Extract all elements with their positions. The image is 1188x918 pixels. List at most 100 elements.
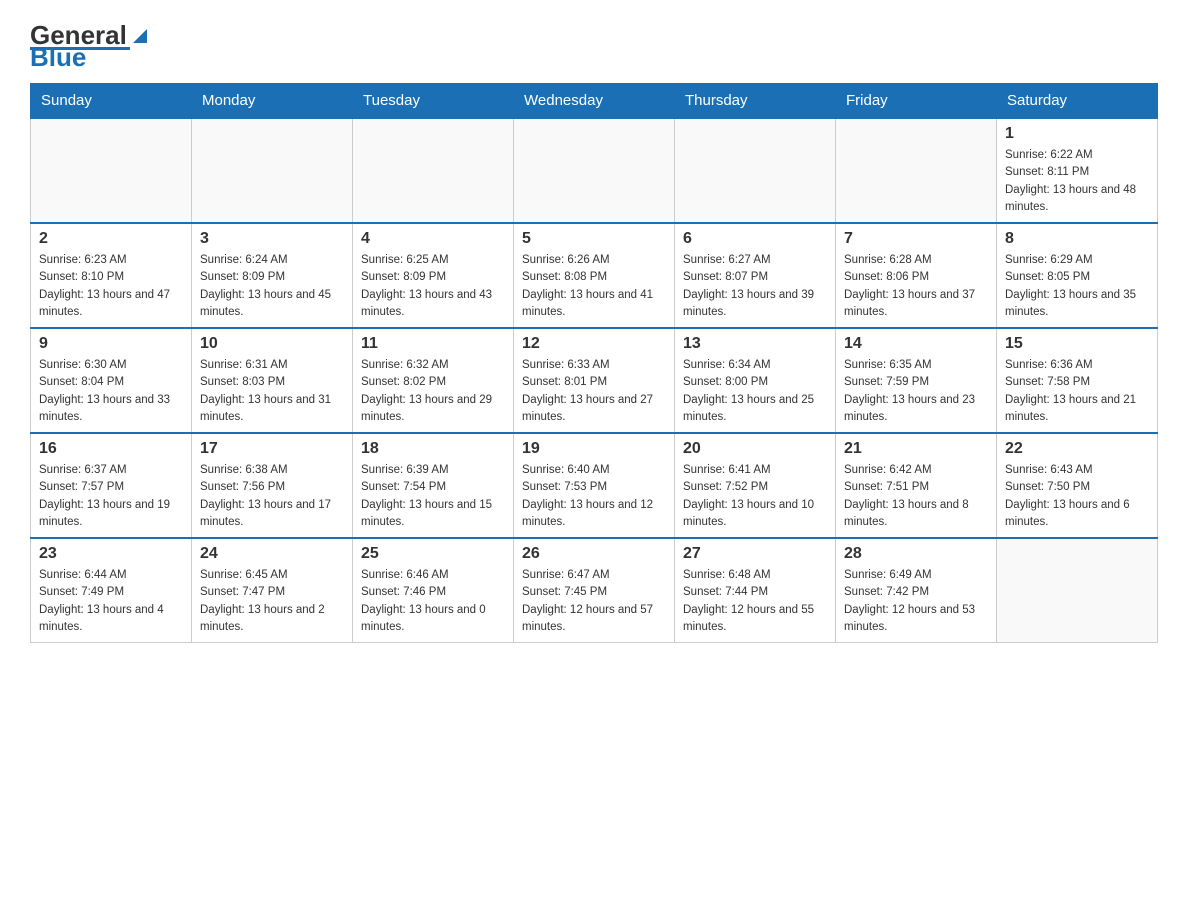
day-info: Sunrise: 6:27 AMSunset: 8:07 PMDaylight:…: [683, 252, 827, 321]
day-number: 27: [683, 545, 827, 563]
calendar-cell: 27 Sunrise: 6:48 AMSunset: 7:44 PMDayligh…: [675, 538, 836, 643]
day-info: Sunrise: 6:36 AMSunset: 7:58 PMDaylight:…: [1005, 357, 1149, 426]
day-number: 1: [1005, 125, 1149, 143]
day-info: Sunrise: 6:26 AMSunset: 8:08 PMDaylight:…: [522, 252, 666, 321]
calendar-cell: [675, 118, 836, 223]
day-info: Sunrise: 6:42 AMSunset: 7:51 PMDaylight:…: [844, 462, 988, 531]
day-info: Sunrise: 6:44 AMSunset: 7:49 PMDaylight:…: [39, 567, 183, 636]
logo-icon: [129, 25, 151, 47]
calendar-cell: 11Sunrise: 6:32 AMSunset: 8:02 PMDayligh…: [353, 328, 514, 433]
day-info: Sunrise: 6:28 AMSunset: 8:06 PMDaylight:…: [844, 252, 988, 321]
calendar-cell: 25 Sunrise: 6:46 AMSunset: 7:46 PMDayligh…: [353, 538, 514, 643]
calendar-cell: [997, 538, 1158, 643]
day-number: 25: [361, 545, 505, 563]
calendar-cell: [192, 118, 353, 223]
page-header: General Blue: [30, 20, 1158, 73]
calendar-cell: 21 Sunrise: 6:42 AMSunset: 7:51 PMDayligh…: [836, 433, 997, 538]
calendar-cell: [514, 118, 675, 223]
day-number: 18: [361, 440, 505, 458]
day-number: 17: [200, 440, 344, 458]
logo-blue: Blue: [30, 42, 86, 73]
calendar-cell: 24 Sunrise: 6:45 AMSunset: 7:47 PMDayligh…: [192, 538, 353, 643]
day-number: 23: [39, 545, 183, 563]
day-number: 4: [361, 230, 505, 248]
day-number: 12: [522, 335, 666, 353]
logo: General Blue: [30, 20, 151, 73]
calendar-cell: 18 Sunrise: 6:39 AMSunset: 7:54 PMDayligh…: [353, 433, 514, 538]
calendar-cell: 17 Sunrise: 6:38 AMSunset: 7:56 PMDayligh…: [192, 433, 353, 538]
day-info: Sunrise: 6:25 AMSunset: 8:09 PMDaylight:…: [361, 252, 505, 321]
day-number: 5: [522, 230, 666, 248]
calendar-cell: 14Sunrise: 6:35 AMSunset: 7:59 PMDayligh…: [836, 328, 997, 433]
day-info: Sunrise: 6:47 AMSunset: 7:45 PMDaylight:…: [522, 567, 666, 636]
day-info: Sunrise: 6:22 AMSunset: 8:11 PMDaylight:…: [1005, 147, 1149, 216]
day-number: 16: [39, 440, 183, 458]
day-number: 2: [39, 230, 183, 248]
calendar-cell: 2 Sunrise: 6:23 AMSunset: 8:10 PMDaylight…: [31, 223, 192, 328]
weekday-header-tuesday: Tuesday: [353, 84, 514, 119]
day-number: 13: [683, 335, 827, 353]
day-info: Sunrise: 6:40 AMSunset: 7:53 PMDaylight:…: [522, 462, 666, 531]
weekday-header-friday: Friday: [836, 84, 997, 119]
day-info: Sunrise: 6:41 AMSunset: 7:52 PMDaylight:…: [683, 462, 827, 531]
calendar-cell: 5 Sunrise: 6:26 AMSunset: 8:08 PMDaylight…: [514, 223, 675, 328]
calendar-cell: 6 Sunrise: 6:27 AMSunset: 8:07 PMDaylight…: [675, 223, 836, 328]
week-row-4: 16 Sunrise: 6:37 AMSunset: 7:57 PMDayligh…: [31, 433, 1158, 538]
day-info: Sunrise: 6:45 AMSunset: 7:47 PMDaylight:…: [200, 567, 344, 636]
day-info: Sunrise: 6:38 AMSunset: 7:56 PMDaylight:…: [200, 462, 344, 531]
day-info: Sunrise: 6:34 AMSunset: 8:00 PMDaylight:…: [683, 357, 827, 426]
day-number: 7: [844, 230, 988, 248]
calendar-cell: 28 Sunrise: 6:49 AMSunset: 7:42 PMDayligh…: [836, 538, 997, 643]
calendar-cell: [31, 118, 192, 223]
day-number: 6: [683, 230, 827, 248]
day-info: Sunrise: 6:46 AMSunset: 7:46 PMDaylight:…: [361, 567, 505, 636]
day-number: 8: [1005, 230, 1149, 248]
calendar-cell: 22 Sunrise: 6:43 AMSunset: 7:50 PMDayligh…: [997, 433, 1158, 538]
calendar-cell: 12 Sunrise: 6:33 AMSunset: 8:01 PMDayligh…: [514, 328, 675, 433]
calendar-cell: [836, 118, 997, 223]
day-number: 28: [844, 545, 988, 563]
weekday-header-row: SundayMondayTuesdayWednesdayThursdayFrid…: [31, 84, 1158, 119]
day-info: Sunrise: 6:29 AMSunset: 8:05 PMDaylight:…: [1005, 252, 1149, 321]
day-number: 9: [39, 335, 183, 353]
day-number: 21: [844, 440, 988, 458]
weekday-header-saturday: Saturday: [997, 84, 1158, 119]
calendar-cell: 9Sunrise: 6:30 AMSunset: 8:04 PMDaylight…: [31, 328, 192, 433]
day-info: Sunrise: 6:23 AMSunset: 8:10 PMDaylight:…: [39, 252, 183, 321]
weekday-header-monday: Monday: [192, 84, 353, 119]
calendar-cell: 15Sunrise: 6:36 AMSunset: 7:58 PMDayligh…: [997, 328, 1158, 433]
day-number: 3: [200, 230, 344, 248]
day-info: Sunrise: 6:48 AMSunset: 7:44 PMDaylight:…: [683, 567, 827, 636]
day-info: Sunrise: 6:24 AMSunset: 8:09 PMDaylight:…: [200, 252, 344, 321]
day-number: 19: [522, 440, 666, 458]
calendar-cell: 20 Sunrise: 6:41 AMSunset: 7:52 PMDayligh…: [675, 433, 836, 538]
week-row-2: 2 Sunrise: 6:23 AMSunset: 8:10 PMDaylight…: [31, 223, 1158, 328]
weekday-header-wednesday: Wednesday: [514, 84, 675, 119]
week-row-5: 23 Sunrise: 6:44 AMSunset: 7:49 PMDayligh…: [31, 538, 1158, 643]
day-info: Sunrise: 6:37 AMSunset: 7:57 PMDaylight:…: [39, 462, 183, 531]
calendar-cell: 4 Sunrise: 6:25 AMSunset: 8:09 PMDaylight…: [353, 223, 514, 328]
day-number: 26: [522, 545, 666, 563]
week-row-1: 1 Sunrise: 6:22 AMSunset: 8:11 PMDaylight…: [31, 118, 1158, 223]
day-info: Sunrise: 6:49 AMSunset: 7:42 PMDaylight:…: [844, 567, 988, 636]
weekday-header-sunday: Sunday: [31, 84, 192, 119]
day-info: Sunrise: 6:33 AMSunset: 8:01 PMDaylight:…: [522, 357, 666, 426]
calendar-cell: 26 Sunrise: 6:47 AMSunset: 7:45 PMDayligh…: [514, 538, 675, 643]
calendar-cell: 10 Sunrise: 6:31 AMSunset: 8:03 PMDayligh…: [192, 328, 353, 433]
day-info: Sunrise: 6:31 AMSunset: 8:03 PMDaylight:…: [200, 357, 344, 426]
calendar-cell: 8 Sunrise: 6:29 AMSunset: 8:05 PMDaylight…: [997, 223, 1158, 328]
calendar-cell: 1 Sunrise: 6:22 AMSunset: 8:11 PMDaylight…: [997, 118, 1158, 223]
calendar-cell: 3 Sunrise: 6:24 AMSunset: 8:09 PMDaylight…: [192, 223, 353, 328]
day-number: 10: [200, 335, 344, 353]
day-info: Sunrise: 6:39 AMSunset: 7:54 PMDaylight:…: [361, 462, 505, 531]
day-number: 22: [1005, 440, 1149, 458]
calendar-cell: 16 Sunrise: 6:37 AMSunset: 7:57 PMDayligh…: [31, 433, 192, 538]
calendar-cell: [353, 118, 514, 223]
day-number: 24: [200, 545, 344, 563]
calendar-cell: 13 Sunrise: 6:34 AMSunset: 8:00 PMDayligh…: [675, 328, 836, 433]
day-number: 20: [683, 440, 827, 458]
calendar-cell: 19 Sunrise: 6:40 AMSunset: 7:53 PMDayligh…: [514, 433, 675, 538]
weekday-header-thursday: Thursday: [675, 84, 836, 119]
day-info: Sunrise: 6:43 AMSunset: 7:50 PMDaylight:…: [1005, 462, 1149, 531]
day-info: Sunrise: 6:32 AMSunset: 8:02 PMDaylight:…: [361, 357, 505, 426]
